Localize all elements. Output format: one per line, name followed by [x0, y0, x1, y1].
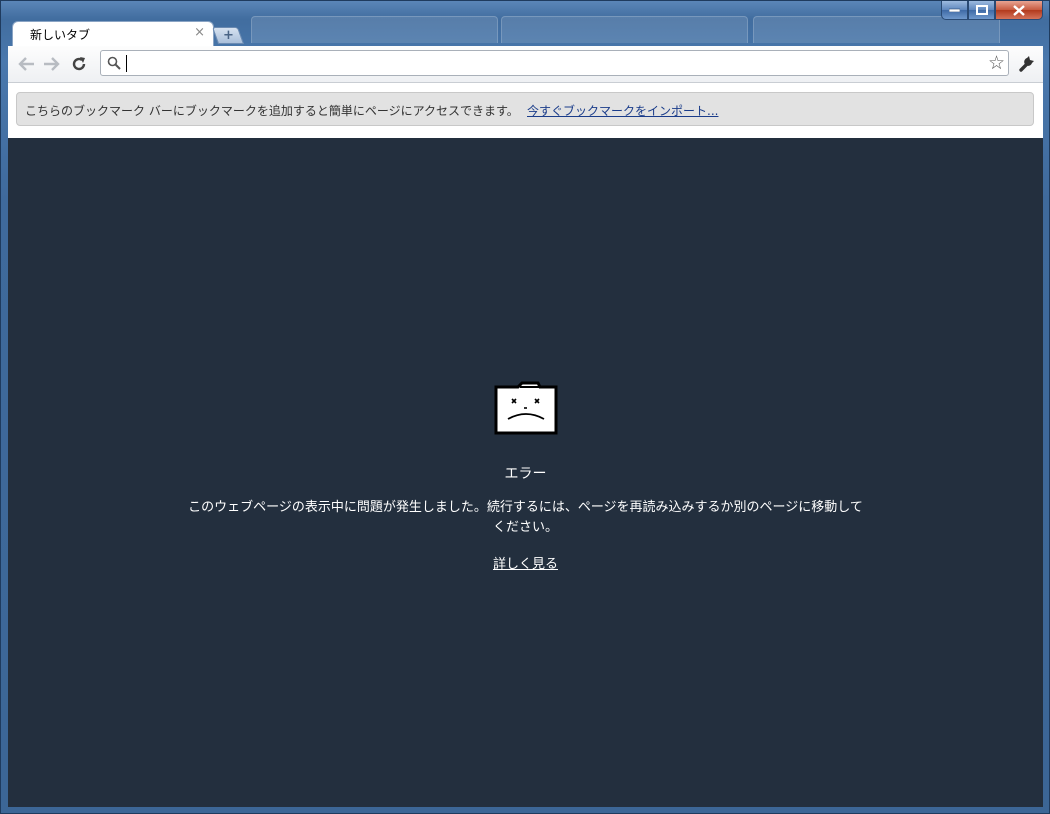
forward-arrow-icon	[44, 57, 60, 71]
background-window-tab	[251, 16, 498, 43]
back-arrow-icon	[18, 57, 34, 71]
bookmark-bar-message: こちらのブックマーク バーにブックマークを追加すると簡単にページにアクセスできま…	[25, 104, 519, 118]
bookmark-bar-promo: こちらのブックマーク バーにブックマークを追加すると簡単にページにアクセスできま…	[16, 92, 1034, 126]
error-title: エラー	[504, 466, 547, 482]
tab-new-tab[interactable]: 新しいタブ ×	[12, 21, 214, 46]
window-controls	[941, 1, 1043, 21]
browser-toolbar: ☆	[8, 46, 1043, 83]
wrench-icon[interactable]	[1017, 53, 1037, 73]
reload-button[interactable]	[68, 53, 90, 75]
address-input[interactable]	[125, 53, 975, 73]
tab-close-icon[interactable]: ×	[194, 25, 205, 40]
browser-window: 新しいタブ × + ☆ こちらのブックマーク バーにブックマークを追加すると簡単…	[0, 0, 1050, 814]
search-icon	[107, 56, 121, 70]
maximize-icon	[975, 5, 988, 15]
plus-icon: +	[222, 28, 234, 43]
error-page: エラー このウェブページの表示中に問題が発生しました。続行するには、ページを再読…	[8, 138, 1043, 807]
close-icon	[1013, 4, 1025, 16]
back-button[interactable]	[15, 53, 37, 75]
reload-icon	[72, 57, 86, 71]
omnibox[interactable]: ☆	[100, 50, 1009, 76]
minimize-icon	[949, 8, 960, 12]
sad-folder-icon	[494, 381, 558, 435]
bookmark-bar: こちらのブックマーク バーにブックマークを追加すると簡単にページにアクセスできま…	[8, 83, 1043, 138]
close-window-button[interactable]	[995, 1, 1043, 20]
minimize-button[interactable]	[941, 1, 968, 20]
background-window-tab	[501, 16, 748, 43]
text-caret	[126, 55, 127, 72]
tab-title: 新しいタブ	[30, 28, 91, 42]
error-message: このウェブページの表示中に問題が発生しました。続行するには、ページを再読み込みす…	[188, 500, 863, 535]
import-bookmarks-link[interactable]: 今すぐブックマークをインポート...	[527, 102, 718, 119]
forward-button[interactable]	[41, 53, 63, 75]
learn-more-link[interactable]: 詳しく見る	[8, 553, 1043, 572]
bookmark-star-icon[interactable]: ☆	[988, 52, 1005, 74]
new-tab-button[interactable]: +	[211, 27, 245, 44]
maximize-button[interactable]	[968, 1, 995, 20]
